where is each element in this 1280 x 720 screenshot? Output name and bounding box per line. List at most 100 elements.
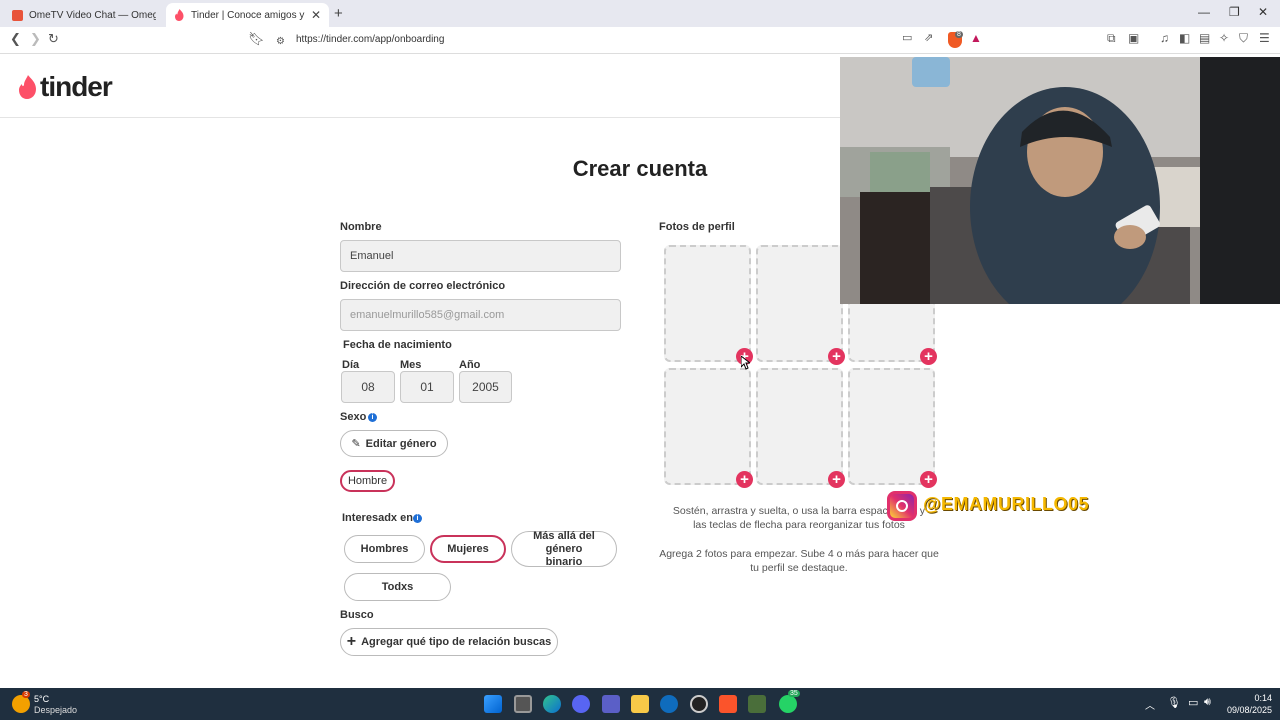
year-input[interactable]: 2005 bbox=[459, 371, 512, 403]
add-relationship-button[interactable]: + Agregar qué tipo de relación buscas bbox=[340, 628, 558, 656]
seeking-label: Busco bbox=[340, 609, 374, 621]
sidebar-icon[interactable]: ◧ bbox=[1179, 31, 1190, 45]
interest-option-nonbinary[interactable]: Más allá del género binario bbox=[511, 530, 617, 568]
photo-slot-6[interactable] bbox=[848, 368, 935, 485]
ometv-favicon-icon bbox=[12, 9, 23, 21]
back-icon[interactable]: ❮ bbox=[10, 31, 21, 47]
tray-chevron-icon[interactable]: ︿ bbox=[1145, 697, 1155, 712]
webcam-overlay bbox=[840, 57, 1280, 304]
whatsapp-icon[interactable] bbox=[779, 695, 797, 713]
brave-icon[interactable] bbox=[719, 695, 737, 713]
discord-icon[interactable] bbox=[572, 695, 590, 713]
flame-icon bbox=[18, 75, 38, 99]
task-view-icon[interactable] bbox=[514, 695, 532, 713]
day-label: Día bbox=[342, 359, 360, 371]
webcam-scene bbox=[840, 57, 1280, 304]
reload-icon[interactable]: ↻ bbox=[48, 31, 59, 47]
add-photo-icon[interactable]: + bbox=[828, 348, 845, 365]
sex-info-icon[interactable]: i bbox=[368, 413, 377, 422]
vpn-icon[interactable]: ⛉ bbox=[1239, 31, 1248, 46]
interested-info-icon[interactable]: i bbox=[413, 514, 422, 523]
add-photo-icon[interactable]: + bbox=[920, 348, 937, 365]
add-photo-icon[interactable]: + bbox=[736, 471, 753, 488]
window-close-icon[interactable]: ✕ bbox=[1258, 5, 1268, 19]
plus-icon: + bbox=[346, 633, 357, 650]
brave-rewards-icon[interactable]: ▲ bbox=[970, 31, 982, 45]
weather-desc: Despejado bbox=[34, 705, 78, 715]
weather-badge: 3 bbox=[22, 691, 30, 698]
gender-chip[interactable]: Hombre bbox=[340, 470, 395, 492]
extensions-icon[interactable]: ⧉ bbox=[1107, 31, 1116, 46]
minimize-icon[interactable]: — bbox=[1198, 5, 1210, 19]
interest-option-todxs[interactable]: Todxs bbox=[344, 573, 451, 601]
year-label: Año bbox=[459, 359, 481, 371]
bookmark-icon[interactable]: 🔖︎ bbox=[248, 31, 265, 47]
month-label: Mes bbox=[400, 359, 422, 371]
add-relationship-label: Agregar qué tipo de relación buscas bbox=[361, 636, 552, 648]
app-icon[interactable] bbox=[748, 695, 766, 713]
browser-toolbar: ❮ ❯ ↻ 🔖︎ ⚙ https://tinder.com/app/onboar… bbox=[0, 27, 1280, 54]
close-tab-icon[interactable]: ✕ bbox=[311, 8, 321, 22]
clock-time[interactable]: 0:14 bbox=[1222, 693, 1272, 703]
photo-slot-2[interactable] bbox=[756, 245, 843, 362]
browser-tab-bar: OmeTV Video Chat — Omegle Rand Tinder | … bbox=[0, 0, 1280, 27]
tab-tinder[interactable]: Tinder | Conoce amigos y gente ✕ bbox=[166, 3, 329, 27]
clock-date[interactable]: 09/08/2025 bbox=[1222, 705, 1272, 715]
shields-badge: 8 bbox=[955, 31, 963, 38]
teams-icon[interactable] bbox=[602, 695, 620, 713]
weather-temp: 5°C bbox=[34, 694, 50, 704]
wallet2-icon[interactable]: ▤ bbox=[1199, 31, 1210, 45]
network-icon[interactable]: ▭ bbox=[1188, 696, 1198, 709]
volume-icon[interactable]: 🔊︎ bbox=[1204, 696, 1211, 709]
cast-icon[interactable]: ▭ bbox=[902, 31, 912, 44]
instagram-handle: @EMAMURILLO05 bbox=[923, 494, 1090, 514]
edit-gender-button[interactable]: ✎ Editar género bbox=[340, 430, 448, 457]
store-icon[interactable] bbox=[660, 695, 678, 713]
file-explorer-icon[interactable] bbox=[631, 695, 649, 713]
month-input[interactable]: 01 bbox=[400, 371, 454, 403]
mouse-cursor-icon bbox=[740, 354, 752, 375]
obs-icon[interactable] bbox=[690, 695, 708, 713]
start-icon[interactable] bbox=[484, 695, 502, 713]
photo-slot-5[interactable] bbox=[756, 368, 843, 485]
edit-gender-label: Editar género bbox=[365, 437, 437, 450]
email-label: Dirección de correo electrónico bbox=[340, 280, 506, 292]
interest-option-hombres[interactable]: Hombres bbox=[344, 535, 425, 563]
url-text[interactable]: https://tinder.com/app/onboarding bbox=[296, 34, 444, 45]
sex-label: Sexo bbox=[340, 411, 367, 423]
name-label: Nombre bbox=[340, 221, 382, 233]
tinder-logo[interactable]: tinder bbox=[18, 71, 113, 103]
photo-slot-1[interactable] bbox=[664, 245, 751, 362]
add-photo-icon[interactable]: + bbox=[920, 471, 937, 488]
tab-ometv[interactable]: OmeTV Video Chat — Omegle Rand bbox=[4, 3, 164, 27]
interested-label: Interesadx en bbox=[342, 512, 413, 524]
menu-icon[interactable]: ☰ bbox=[1259, 31, 1270, 45]
share-icon[interactable]: ⇗ bbox=[924, 31, 933, 44]
instagram-icon bbox=[887, 491, 917, 521]
birthdate-label: Fecha de nacimiento bbox=[343, 339, 452, 351]
screen: OmeTV Video Chat — Omegle Rand Tinder | … bbox=[0, 0, 1280, 720]
name-input[interactable]: Emanuel bbox=[340, 240, 621, 272]
microphone-icon[interactable]: 🎙︎ bbox=[1167, 696, 1181, 709]
add-photo-icon[interactable]: + bbox=[828, 471, 845, 488]
forward-icon[interactable]: ❯ bbox=[30, 31, 41, 47]
site-settings-icon[interactable]: ⚙ bbox=[276, 36, 285, 47]
windows-taskbar: 3 5°C Despejado 35 ︿ 🎙︎ ▭ 🔊︎ 0:14 09/08/… bbox=[0, 688, 1280, 720]
edge-icon[interactable] bbox=[543, 695, 561, 713]
media-icon[interactable]: ♫ bbox=[1160, 31, 1169, 45]
logo-text: tinder bbox=[40, 71, 113, 102]
photos-label: Fotos de perfil bbox=[659, 221, 735, 233]
interest-option-mujeres[interactable]: Mujeres bbox=[430, 535, 506, 563]
header-divider bbox=[0, 117, 840, 118]
restore-icon[interactable]: ❐ bbox=[1229, 5, 1240, 19]
new-tab-icon[interactable]: + bbox=[334, 5, 343, 22]
tab-label: OmeTV Video Chat — Omegle Rand bbox=[29, 9, 156, 21]
leo-ai-icon[interactable]: ✧ bbox=[1219, 31, 1229, 45]
day-input[interactable]: 08 bbox=[341, 371, 395, 403]
wallet-icon[interactable]: ▣ bbox=[1128, 31, 1139, 45]
photos-hint-count: Agrega 2 fotos para empezar. Sube 4 o má… bbox=[659, 548, 939, 574]
tinder-favicon-icon bbox=[174, 9, 185, 21]
whatsapp-badge: 35 bbox=[788, 690, 800, 697]
photo-slot-4[interactable] bbox=[664, 368, 751, 485]
email-input[interactable]: emanuelmurillo585@gmail.com bbox=[340, 299, 621, 331]
